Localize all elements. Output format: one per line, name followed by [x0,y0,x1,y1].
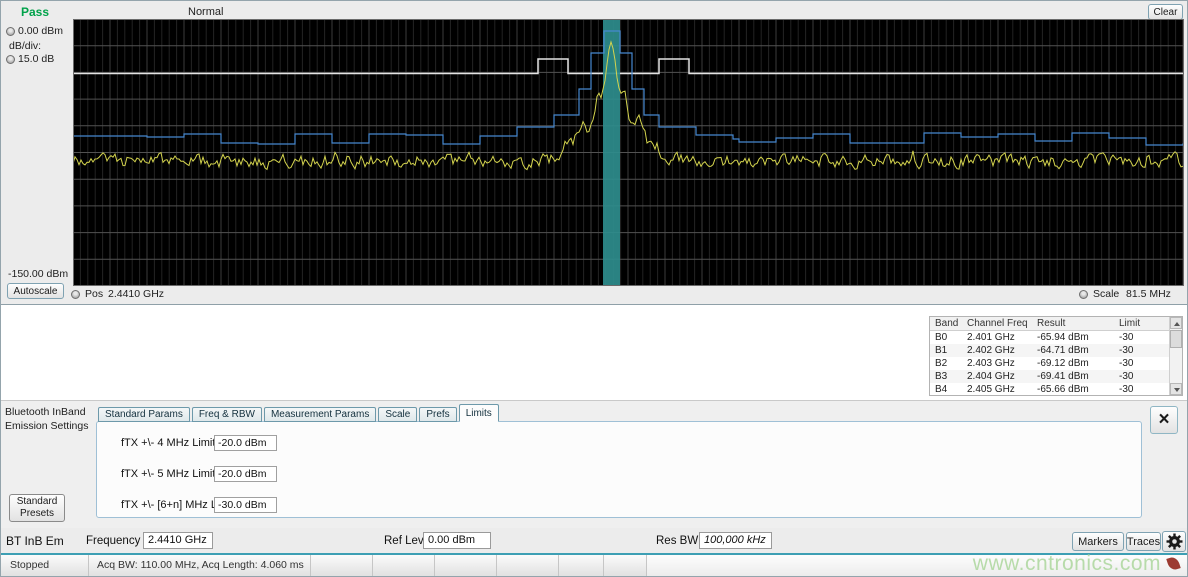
col-channel-freq: Channel Freq [962,317,1032,330]
cell-result: -65.94 dBm [1032,331,1114,344]
scale-knob-icon[interactable] [1079,290,1088,299]
settings-title: Bluetooth InBand Emission Settings [5,406,95,433]
status-cell [497,555,559,576]
tab-prefs[interactable]: Prefs [419,407,456,422]
limit6n-input[interactable]: -30.0 dBm [214,497,277,513]
ref-level-value: 0.00 dBm [18,25,63,37]
table-scrollbar[interactable] [1169,317,1182,395]
status-cell [311,555,373,576]
results-table: Band Channel Freq Result Limit B0 2.401 … [929,316,1183,396]
settings-gear-button[interactable] [1162,531,1186,552]
cell-limit: -30 [1114,331,1164,344]
gear-icon [1166,533,1183,550]
table-row: B3 2.404 GHz -69.41 dBm -30 [930,370,1182,383]
pos-label: Pos [85,288,103,300]
limit5-label: fTX +\- 5 MHz Limit : [121,468,222,480]
analyzer-window: Pass Normal Clear 0.00 dBm dB/div: 15.0 … [0,0,1188,577]
tab-scale[interactable]: Scale [378,407,417,422]
scale-label: Scale [1093,288,1119,300]
scroll-thumb[interactable] [1170,330,1182,348]
ref-level-knob-icon[interactable] [6,27,15,36]
db-div-label: dB/div: [9,40,41,52]
tab-limits[interactable]: Limits [459,404,499,422]
cell-limit: -30 [1114,370,1164,383]
tab-standard-params[interactable]: Standard Params [98,407,190,422]
cell-channel-freq: 2.405 GHz [962,383,1032,396]
trace-mode-label: Normal [188,6,223,18]
limit4-label: fTX +\- 4 MHz Limit : [121,437,222,449]
cell-channel-freq: 2.402 GHz [962,344,1032,357]
tab-freq-rbw[interactable]: Freq & RBW [192,407,262,422]
pass-status: Pass [21,5,49,19]
standard-presets-button[interactable]: Standard Presets [9,494,65,522]
table-row: B4 2.405 GHz -65.66 dBm -30 [930,383,1182,396]
cell-limit: -30 [1114,344,1164,357]
cell-result: -69.41 dBm [1032,370,1114,383]
cell-result: -65.66 dBm [1032,383,1114,396]
cell-channel-freq: 2.401 GHz [962,331,1032,344]
ref-lev-label: Ref Lev [384,535,424,547]
status-cell [373,555,435,576]
cell-channel-freq: 2.404 GHz [962,370,1032,383]
col-limit: Limit [1114,317,1164,330]
cell-band: B2 [930,357,962,370]
status-cell [435,555,497,576]
pos-value[interactable]: 2.4410 GHz [108,288,164,300]
scroll-up-icon[interactable] [1170,317,1182,329]
cell-limit: -30 [1114,383,1164,396]
res-bw-input[interactable]: 100,000 kHz [699,532,772,549]
ref-lev-input[interactable]: 0.00 dBm [423,532,491,549]
cell-limit: -30 [1114,357,1164,370]
bottom-level-value: -150.00 dBm [8,268,68,280]
cell-result: -69.12 dBm [1032,357,1114,370]
table-row: B1 2.402 GHz -64.71 dBm -30 [930,344,1182,357]
frequency-label: Frequency [86,535,140,547]
acq-info: Acq BW: 110.00 MHz, Acq Length: 4.060 ms [89,555,311,576]
table-header: Band Channel Freq Result Limit [930,317,1182,331]
cell-channel-freq: 2.403 GHz [962,357,1032,370]
watermark-text: www.cntronics.com [973,552,1161,576]
traces-button[interactable]: Traces [1126,532,1161,551]
status-cell [559,555,604,576]
col-result: Result [1032,317,1114,330]
res-bw-label: Res BW [656,535,698,547]
autoscale-button[interactable]: Autoscale [7,283,64,299]
markers-button[interactable]: Markers [1072,532,1124,551]
db-div-knob-icon[interactable] [6,55,15,64]
db-div-value: 15.0 dB [18,53,54,65]
limit5-input[interactable]: -20.0 dBm [214,466,277,482]
run-state: Stopped [1,555,89,576]
limit4-input[interactable]: -20.0 dBm [214,435,277,451]
status-cell [604,555,647,576]
col-band: Band [930,317,962,330]
settings-tabs: Standard Params Freq & RBW Measurement P… [98,404,499,422]
close-settings-button[interactable]: × [1150,406,1178,434]
tab-measurement-params[interactable]: Measurement Params [264,407,376,422]
spectrum-plot[interactable] [73,19,1184,286]
cell-band: B4 [930,383,962,396]
position-knob-icon[interactable] [71,290,80,299]
cell-band: B3 [930,370,962,383]
scroll-down-icon[interactable] [1170,383,1182,395]
table-row: B0 2.401 GHz -65.94 dBm -30 [930,331,1182,344]
clear-button[interactable]: Clear [1148,4,1183,20]
cell-band: B1 [930,344,962,357]
cell-result: -64.71 dBm [1032,344,1114,357]
measurement-mode-label: BT InB Em [6,534,64,548]
cell-band: B0 [930,331,962,344]
frequency-input[interactable]: 2.4410 GHz [143,532,213,549]
scale-value[interactable]: 81.5 MHz [1126,288,1171,300]
table-row: B2 2.403 GHz -69.12 dBm -30 [930,357,1182,370]
